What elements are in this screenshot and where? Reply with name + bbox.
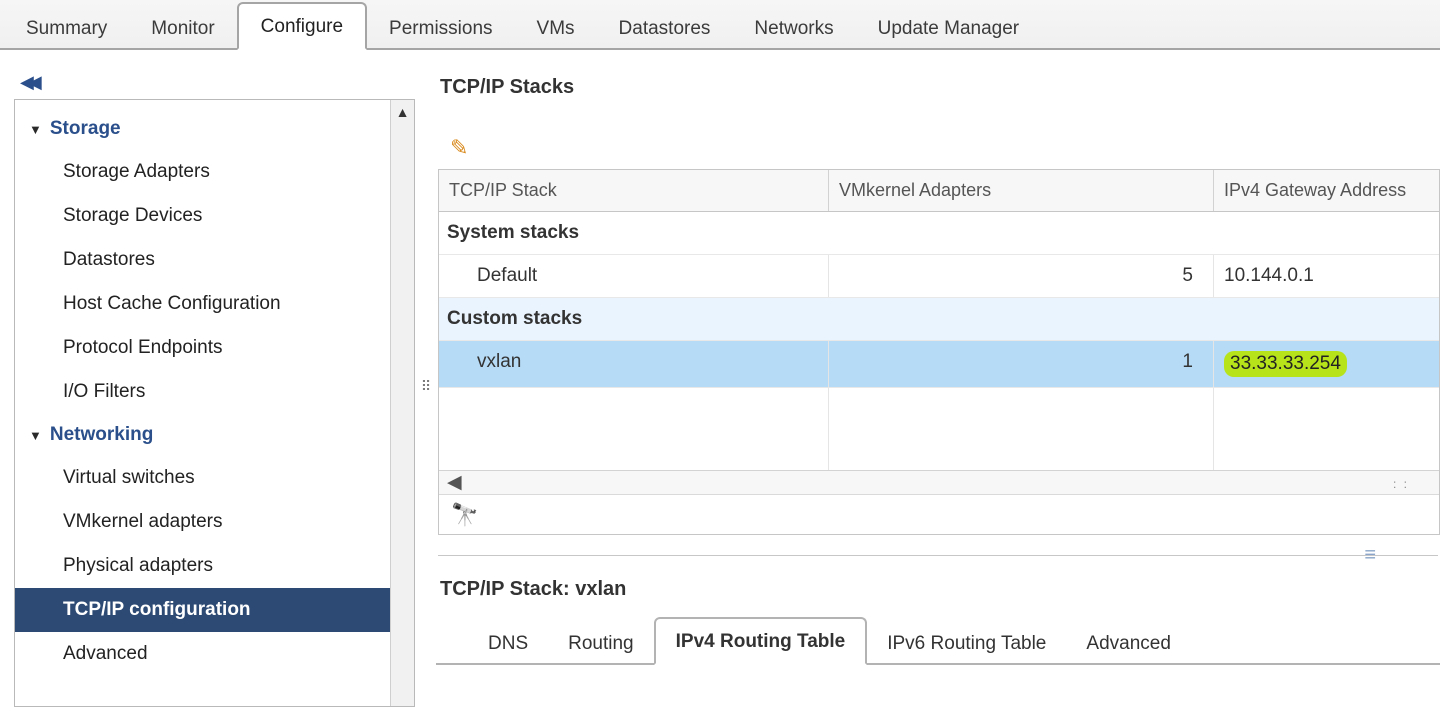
sidebar-item-protocol-endpoints[interactable]: Protocol Endpoints — [15, 326, 390, 370]
sidebar-item-storage-devices[interactable]: Storage Devices — [15, 194, 390, 238]
sidebar-item-datastores[interactable]: Datastores — [15, 238, 390, 282]
table-header-row: TCP/IP Stack VMkernel Adapters IPv4 Gate… — [439, 170, 1439, 212]
sidebar-item-advanced[interactable]: Advanced — [15, 632, 390, 676]
find-icon[interactable]: 🔭 — [451, 502, 478, 528]
subtab-ipv6-routing[interactable]: IPv6 Routing Table — [867, 621, 1066, 665]
caret-down-icon: ▼ — [29, 122, 42, 137]
subtab-routing[interactable]: Routing — [548, 621, 654, 665]
column-header-gateway[interactable]: IPv4 Gateway Address — [1214, 170, 1439, 211]
edit-icon[interactable]: ✎ — [450, 135, 468, 161]
sidebar-group-networking[interactable]: ▼ Networking — [15, 414, 390, 456]
table-row[interactable]: Default 5 10.144.0.1 — [439, 255, 1439, 298]
column-header-adapters[interactable]: VMkernel Adapters — [829, 170, 1214, 211]
table-horizontal-scrollbar[interactable]: ◀ : : — [439, 470, 1439, 494]
sidebar-item-storage-adapters[interactable]: Storage Adapters — [15, 150, 390, 194]
sidebar-group-label: Networking — [50, 424, 153, 446]
sidebar-item-io-filters[interactable]: I/O Filters — [15, 370, 390, 414]
top-tab-strip: Summary Monitor Configure Permissions VM… — [0, 0, 1440, 50]
tab-summary[interactable]: Summary — [4, 6, 129, 50]
configure-sidebar: ◀◀ ▼ Storage Storage Adapters Storage De… — [0, 50, 416, 723]
group-custom-stacks: Custom stacks — [439, 298, 1439, 341]
table-empty-area — [439, 388, 1439, 470]
tcpip-stacks-table: TCP/IP Stack VMkernel Adapters IPv4 Gate… — [438, 169, 1440, 535]
vertical-splitter[interactable] — [438, 555, 1438, 556]
cell-stack-name: Default — [439, 255, 829, 297]
tab-update-manager[interactable]: Update Manager — [856, 6, 1042, 50]
collapse-sidebar-icon[interactable]: ◀◀ — [14, 72, 415, 99]
subtab-dns[interactable]: DNS — [468, 621, 548, 665]
detail-title: TCP/IP Stack: vxlan — [436, 570, 1440, 615]
subtab-advanced[interactable]: Advanced — [1066, 621, 1191, 665]
tab-datastores[interactable]: Datastores — [597, 6, 733, 50]
tab-monitor[interactable]: Monitor — [129, 6, 236, 50]
sidebar-group-label: Storage — [50, 118, 121, 140]
sidebar-item-physical-adapters[interactable]: Physical adapters — [15, 544, 390, 588]
group-system-stacks: System stacks — [439, 212, 1439, 255]
sidebar-scrollbar[interactable]: ▲ — [390, 100, 414, 706]
sidebar-item-virtual-switches[interactable]: Virtual switches — [15, 456, 390, 500]
sidebar-item-host-cache[interactable]: Host Cache Configuration — [15, 282, 390, 326]
sidebar-item-tcpip-configuration[interactable]: TCP/IP configuration — [15, 588, 390, 632]
tab-configure[interactable]: Configure — [237, 2, 367, 50]
sidebar-item-vmkernel-adapters[interactable]: VMkernel adapters — [15, 500, 390, 544]
cell-adapter-count: 1 — [829, 341, 1214, 387]
detail-tab-strip: DNS Routing IPv4 Routing Table IPv6 Rout… — [436, 615, 1440, 665]
caret-down-icon: ▼ — [29, 428, 42, 443]
scroll-up-icon: ▲ — [391, 104, 414, 120]
tab-vms[interactable]: VMs — [515, 6, 597, 50]
table-row[interactable]: vxlan 1 33.33.33.254 — [439, 341, 1439, 388]
cell-adapter-count: 5 — [829, 255, 1214, 297]
sidebar-group-storage[interactable]: ▼ Storage — [15, 108, 390, 150]
scroll-grip-icon: : : — [1393, 477, 1409, 491]
cell-gateway: 10.144.0.1 — [1214, 255, 1439, 297]
subtab-ipv4-routing[interactable]: IPv4 Routing Table — [654, 617, 868, 665]
splitter-handle[interactable]: ⠿ — [416, 50, 436, 723]
cell-stack-name: vxlan — [439, 341, 829, 387]
stacks-title: TCP/IP Stacks — [436, 76, 1440, 113]
content-area: TCP/IP Stacks ✎ TCP/IP Stack VMkernel Ad… — [436, 50, 1440, 723]
highlighted-gateway: 33.33.33.254 — [1224, 351, 1347, 377]
column-header-stack[interactable]: TCP/IP Stack — [439, 170, 829, 211]
scroll-left-icon: ◀ — [447, 471, 462, 494]
tab-permissions[interactable]: Permissions — [367, 6, 514, 50]
tab-networks[interactable]: Networks — [732, 6, 855, 50]
cell-gateway: 33.33.33.254 — [1214, 341, 1439, 387]
